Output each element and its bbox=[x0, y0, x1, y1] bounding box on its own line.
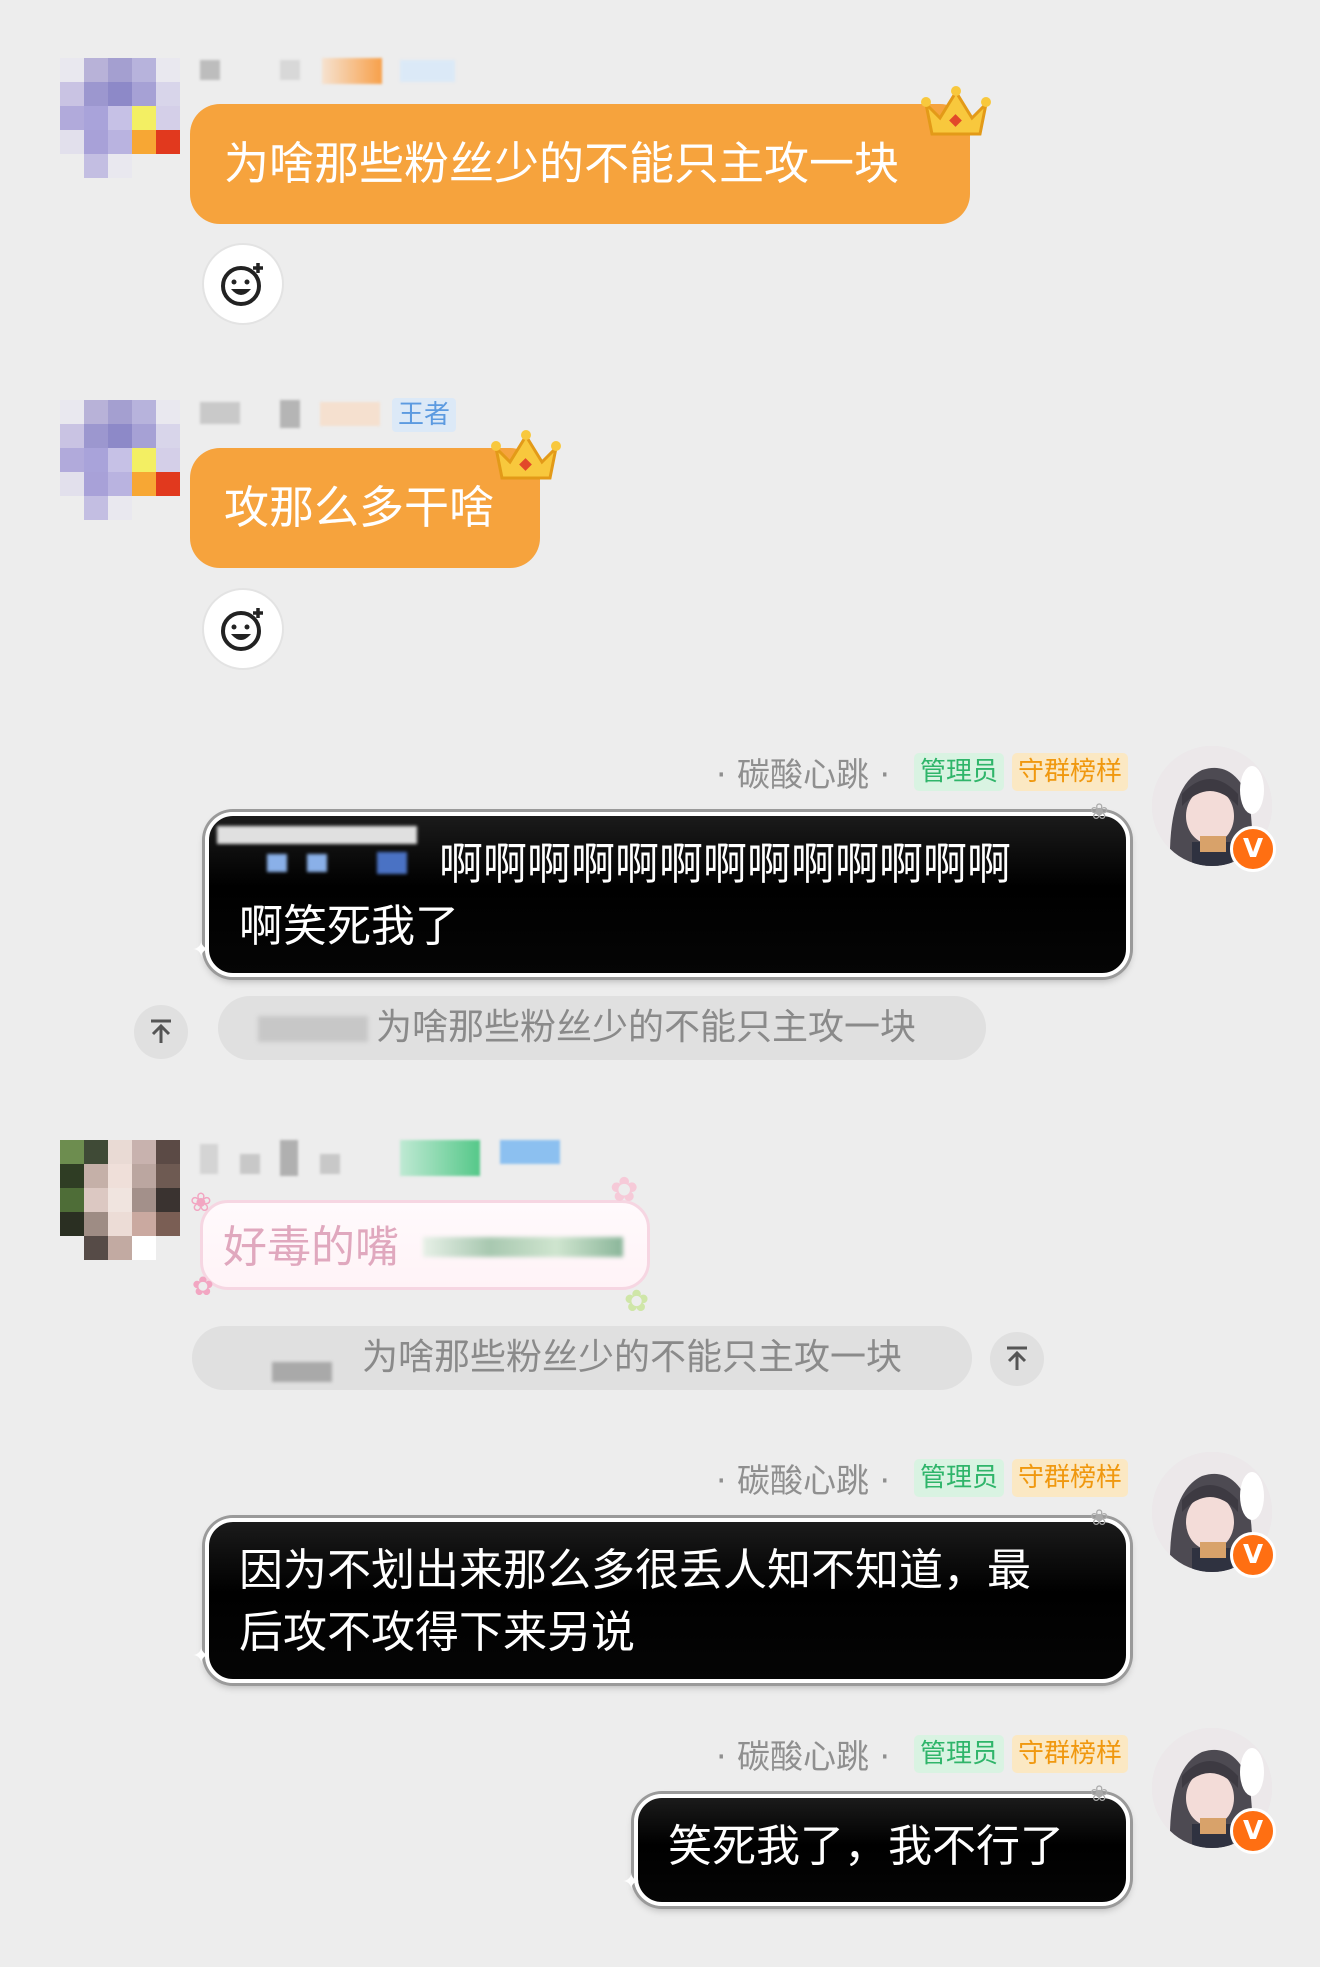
admin-badge: 管理员 bbox=[913, 1459, 1004, 1497]
message-text-line-2: 后攻不攻得下来另说 bbox=[239, 1607, 635, 1658]
message-bubble[interactable]: 笑死我了，我不行了 bbox=[634, 1794, 1130, 1906]
sender-name[interactable]: · 碳酸心跳 · bbox=[716, 1454, 890, 1502]
message-bubble[interactable]: 因为不划出来那么多很丢人知不知道，最 后攻不攻得下来另说 bbox=[205, 1518, 1130, 1683]
guard-badge: 守群榜样 bbox=[1011, 1735, 1128, 1773]
sparkle-icon: ❀ bbox=[1090, 800, 1109, 825]
v-badge-icon: V bbox=[1230, 1808, 1276, 1854]
sparkle-icon: ✦ bbox=[192, 938, 211, 963]
crown-icon bbox=[921, 86, 991, 136]
avatar[interactable] bbox=[60, 400, 180, 520]
quote-text: 为啥那些粉丝少的不能只主攻一块 bbox=[376, 1007, 917, 1048]
bow-icon: ✿ bbox=[192, 1272, 214, 1302]
sparkle-icon: ❀ bbox=[1090, 1506, 1109, 1531]
tag-badge: 王者 bbox=[392, 398, 457, 432]
quote-jump-button[interactable] bbox=[134, 1005, 188, 1059]
sender-line: · 碳酸心跳 · 管理员 守群榜样 bbox=[716, 1456, 1128, 1500]
emoji-add-icon bbox=[221, 608, 263, 651]
arrow-up-icon bbox=[151, 1019, 171, 1043]
quoted-message[interactable]: 为啥那些粉丝少的不能只主攻一块 bbox=[192, 1326, 972, 1390]
message-bubble[interactable]: 攻那么多干啥 bbox=[190, 448, 540, 568]
quoted-message[interactable]: 为啥那些粉丝少的不能只主攻一块 bbox=[218, 996, 986, 1060]
emoji-add-icon bbox=[221, 263, 263, 306]
avatar[interactable] bbox=[60, 58, 180, 178]
sender-line: · 碳酸心跳 · 管理员 守群榜样 bbox=[716, 750, 1128, 794]
message-text: 好毒的嘴 bbox=[223, 1222, 399, 1273]
avatar[interactable] bbox=[60, 1140, 180, 1260]
crown-icon bbox=[491, 430, 561, 480]
sparkle-icon: ❀ bbox=[1090, 1782, 1109, 1807]
v-badge-icon: V bbox=[1230, 1532, 1276, 1578]
message-text-line-2: 啊笑死我了 bbox=[239, 901, 459, 952]
guard-badge: 守群榜样 bbox=[1011, 753, 1128, 791]
add-reaction-button[interactable] bbox=[202, 588, 284, 670]
sender-name-blurred bbox=[200, 400, 380, 430]
sparkle-icon: ✦ bbox=[622, 1870, 641, 1895]
quote-author-blurred bbox=[272, 1362, 332, 1382]
message-text: 笑死我了，我不行了 bbox=[668, 1821, 1064, 1872]
message-text: 攻那么多干啥 bbox=[224, 481, 495, 534]
admin-badge: 管理员 bbox=[913, 1735, 1004, 1773]
quote-author-blurred bbox=[258, 1016, 368, 1042]
sender-name-blurred bbox=[200, 1140, 570, 1180]
message-text: 为啥那些粉丝少的不能只主攻一块 bbox=[224, 137, 900, 190]
sender-name[interactable]: · 碳酸心跳 · bbox=[716, 748, 890, 796]
v-badge-icon: V bbox=[1230, 826, 1276, 872]
sparkle-icon: ✦ bbox=[192, 1644, 211, 1669]
sender-line: · 碳酸心跳 · 管理员 守群榜样 bbox=[716, 1732, 1128, 1776]
quote-jump-button[interactable] bbox=[990, 1332, 1044, 1386]
arrow-up-icon bbox=[1007, 1346, 1027, 1370]
mention-blurred bbox=[423, 1237, 623, 1257]
message-bubble[interactable]: 好毒的嘴 bbox=[200, 1200, 650, 1290]
sender-name[interactable]: · 碳酸心跳 · bbox=[716, 1730, 890, 1778]
message-bubble[interactable]: 为啥那些粉丝少的不能只主攻一块 bbox=[190, 104, 970, 224]
message-text-line-1: 因为不划出来那么多很丢人知不知道，最 bbox=[239, 1545, 1031, 1596]
add-reaction-button[interactable] bbox=[202, 243, 284, 325]
flower-icon: ✿ bbox=[624, 1284, 650, 1319]
bow-icon: ❀ bbox=[190, 1188, 212, 1218]
mention-blurred bbox=[217, 826, 437, 876]
admin-badge: 管理员 bbox=[913, 753, 1004, 791]
sender-name-blurred bbox=[200, 58, 460, 86]
message-bubble[interactable]: 啊啊啊啊啊啊啊啊啊啊啊啊啊 啊笑死我了 bbox=[205, 812, 1130, 977]
guard-badge: 守群榜样 bbox=[1011, 1459, 1128, 1497]
quote-text: 为啥那些粉丝少的不能只主攻一块 bbox=[362, 1337, 903, 1378]
flower-icon: ✿ bbox=[610, 1170, 639, 1210]
